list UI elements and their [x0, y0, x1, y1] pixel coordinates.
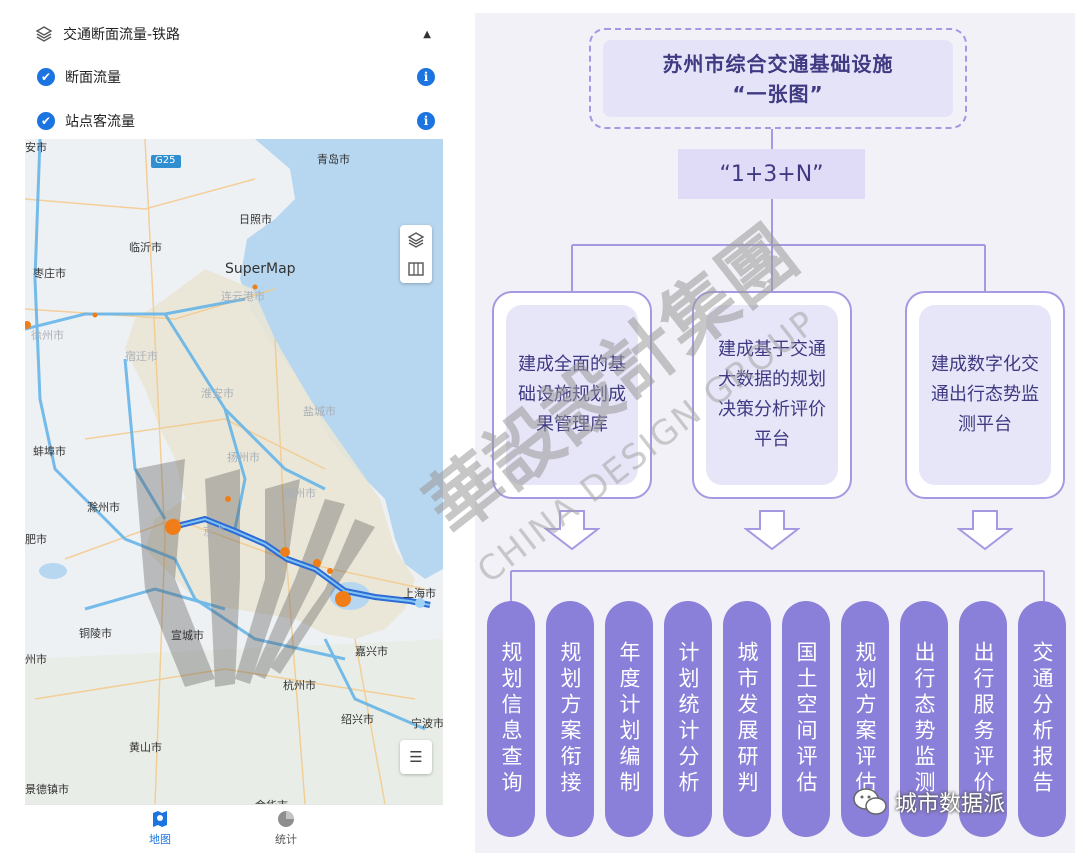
city-label: 铜陵市 [79, 627, 112, 640]
info-icon[interactable]: i [417, 68, 435, 86]
city-label: 蚌埠市 [33, 445, 66, 458]
city-label: 青岛市 [317, 153, 350, 166]
map-brand-label: SuperMap [225, 261, 296, 277]
diagram-title: 苏州市综合交通基础设施 “一张图” [603, 40, 953, 117]
city-label: 徐州市 [31, 329, 64, 342]
city-label: 安市 [25, 141, 47, 154]
collapse-caret-icon[interactable]: ▲ [423, 29, 431, 40]
city-label: 日照市 [239, 213, 272, 226]
layer-option-label: 断面流量 [65, 70, 121, 86]
goal-text: 建成数字化交通出行态势监测平台 [919, 305, 1051, 485]
city-label: 景德镇市 [25, 783, 69, 796]
goal-box: 建成全面的基础设施规划成果管理库 [492, 291, 652, 499]
checkbox-checked-icon[interactable]: ✔ [37, 112, 55, 130]
function-label: 城市发展研判 [735, 641, 759, 797]
framework-diagram: 苏州市综合交通基础设施 “一张图” “1+3+N” 建成全面的基础设施规划成果管… [475, 13, 1075, 853]
list-icon: ☰ [409, 748, 423, 766]
arrow-down-icon [544, 510, 600, 551]
city-label: 黄山市 [129, 741, 162, 754]
layers-icon [407, 231, 425, 248]
mobile-map-app: 交通断面流量-铁路 ▲ ✔ 断面流量 i ✔ 站点客流量 i G25 Super… [25, 0, 443, 853]
layer-option-station-flow[interactable]: ✔ 站点客流量 i [25, 99, 443, 143]
arrow-down-icon [957, 510, 1013, 551]
function-label: 年度计划编制 [617, 641, 641, 797]
function-label: 计划统计分析 [676, 641, 700, 797]
function-pill: 年度计划编制 [605, 601, 653, 837]
goal-box: 建成数字化交通出行态势监测平台 [905, 291, 1065, 499]
formula-box: “1+3+N” [678, 149, 865, 199]
function-label: 国土空间评估 [794, 641, 818, 797]
function-label: 规划方案衔接 [558, 641, 582, 797]
city-label: 绍兴市 [341, 713, 374, 726]
nav-tab-map[interactable]: 地图 [120, 809, 200, 847]
bottom-navigation: 地图 统计 [25, 804, 443, 853]
city-label: 淮安市 [201, 387, 234, 400]
info-icon[interactable]: i [417, 112, 435, 130]
city-label: 州市 [25, 653, 47, 666]
city-label: 扬州市 [227, 451, 260, 464]
city-label: 宣城市 [171, 629, 204, 642]
map-canvas[interactable]: G25 SuperMap 安市 青岛市 日照市 临沂市 枣庄市 连云港市 徐州市… [25, 139, 443, 812]
checkbox-checked-icon[interactable]: ✔ [37, 68, 55, 86]
layer-group-title: 交通断面流量-铁路 [63, 27, 181, 43]
goal-text: 建成基于交通大数据的规划决策分析评价平台 [706, 305, 838, 485]
city-label: 泰州市 [283, 487, 316, 500]
city-label: 上海市 [403, 587, 436, 600]
city-label: 肥市 [25, 533, 47, 546]
function-pill: 规划方案衔接 [546, 601, 594, 837]
function-pill: 计划统计分析 [664, 601, 712, 837]
goal-box: 建成基于交通大数据的规划决策分析评价平台 [692, 291, 852, 499]
city-label: 盐城市 [303, 405, 336, 418]
function-label: 出行服务评价 [971, 641, 995, 797]
function-label: 规划方案评估 [853, 641, 877, 797]
city-label: 宿迁市 [125, 350, 158, 363]
city-label: 滁州市 [87, 501, 120, 514]
city-label: 嘉兴市 [355, 645, 388, 658]
city-label: 枣庄市 [33, 267, 66, 280]
layers-icon [35, 26, 53, 42]
function-label: 交通分析报告 [1030, 641, 1054, 797]
layers-toggle-button[interactable] [400, 225, 432, 254]
goal-text: 建成全面的基础设施规划成果管理库 [506, 305, 638, 485]
function-pill: 规划信息查询 [487, 601, 535, 837]
diagram-title-line1: 苏州市综合交通基础设施 [662, 51, 894, 76]
title-box: 苏州市综合交通基础设施 “一张图” [589, 28, 967, 129]
nav-tab-label: 地图 [149, 833, 171, 846]
city-label: 京市 [203, 525, 225, 538]
wechat-account-name: 城市数据派 [895, 792, 1006, 817]
legend-button[interactable]: ☰ [400, 740, 432, 774]
function-pill: 城市发展研判 [723, 601, 771, 837]
function-pill: 国土空间评估 [782, 601, 830, 837]
function-label: 出行态势监测 [912, 641, 936, 797]
wechat-icon [853, 788, 887, 815]
nav-tab-statistics[interactable]: 统计 [246, 809, 326, 847]
basemap-toggle-button[interactable] [400, 254, 432, 283]
city-label: 宁波市 [411, 717, 443, 730]
map-graphics [25, 139, 443, 804]
city-label: 临沂市 [129, 241, 162, 254]
city-label: 杭州市 [283, 679, 316, 692]
function-label: 规划信息查询 [499, 641, 523, 797]
nav-tab-label: 统计 [275, 833, 297, 846]
layer-group-header[interactable]: 交通断面流量-铁路 ▲ [25, 12, 443, 56]
diagram-title-line2: “一张图” [732, 81, 824, 106]
wechat-account-watermark: 城市数据派 [853, 779, 1065, 825]
map-control-group [400, 225, 432, 283]
arrow-down-icon [744, 510, 800, 551]
map-icon [408, 261, 424, 276]
layer-option-section-flow[interactable]: ✔ 断面流量 i [25, 55, 443, 99]
city-label: 连云港市 [221, 290, 265, 303]
map-pin-icon [153, 811, 167, 827]
map-road-shield: G25 [155, 155, 176, 166]
layer-option-label: 站点客流量 [65, 114, 135, 130]
pie-chart-icon [278, 811, 294, 827]
